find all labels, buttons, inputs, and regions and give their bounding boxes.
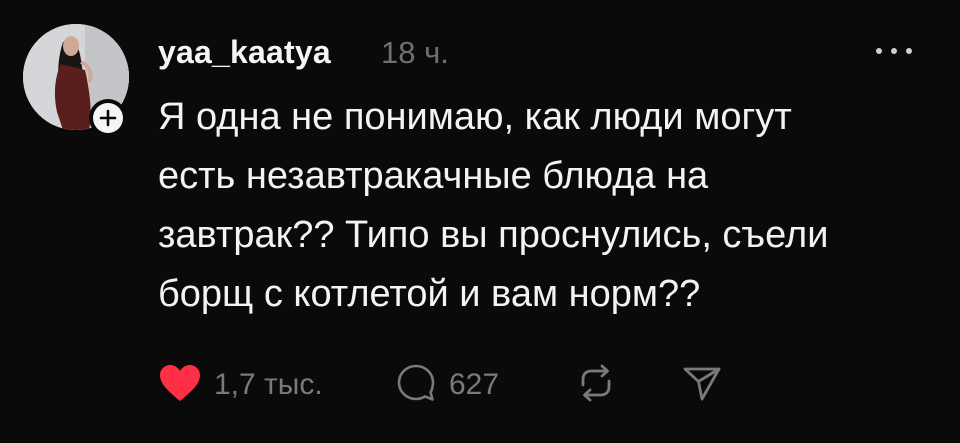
comment-count: 627 xyxy=(449,368,500,401)
thread-post: yaa_kaatya 18 ч. Я одна не понимаю, как … xyxy=(0,0,960,443)
like-count: 1,7 тыс. xyxy=(214,368,323,401)
share-button[interactable] xyxy=(680,360,724,410)
post-text-line: Я одна не понимаю, как люди могут xyxy=(158,96,792,138)
repost-button[interactable] xyxy=(574,360,618,410)
repost-icon xyxy=(574,361,618,410)
comment-button[interactable]: 627 xyxy=(395,360,499,410)
post-text: Я одна не понимаю, как люди могут есть н… xyxy=(158,88,948,324)
send-icon xyxy=(680,361,724,410)
action-bar: 1,7 тыс. 627 xyxy=(0,360,960,410)
timestamp: 18 ч. xyxy=(381,35,449,70)
post-text-line: есть незавтракачные блюда на xyxy=(158,155,709,197)
follow-button[interactable] xyxy=(89,99,127,137)
more-dots-icon[interactable] xyxy=(876,48,916,58)
like-button[interactable]: 1,7 тыс. xyxy=(158,360,323,410)
post-text-line: завтрак?? Типо вы проснулись, съели xyxy=(158,214,829,256)
username[interactable]: yaa_kaatya xyxy=(158,34,331,71)
post-text-line: борщ с котлетой и вам норм?? xyxy=(158,273,701,315)
heart-icon xyxy=(158,363,202,408)
plus-icon xyxy=(93,103,123,133)
comment-bubble-icon xyxy=(395,362,437,409)
